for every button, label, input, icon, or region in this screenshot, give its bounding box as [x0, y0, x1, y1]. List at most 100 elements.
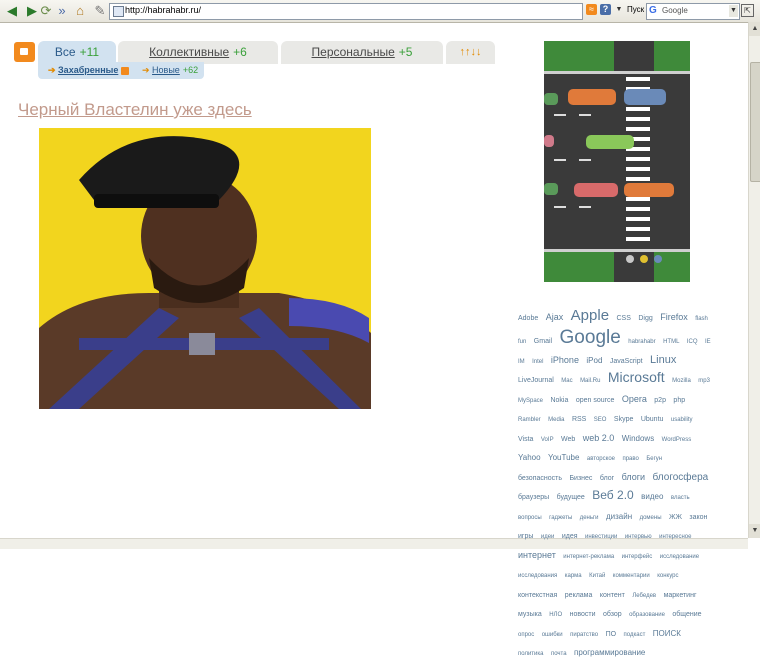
- game-advertisement[interactable]: [544, 41, 690, 282]
- tag-link[interactable]: интервью: [625, 534, 652, 540]
- tag-link[interactable]: реклама: [565, 592, 593, 599]
- tag-link[interactable]: Mail.Ru: [580, 378, 600, 384]
- tag-link[interactable]: Apple: [571, 307, 609, 324]
- tag-link[interactable]: будущее: [557, 494, 585, 501]
- tag-link[interactable]: вопросы: [518, 515, 542, 521]
- tag-link[interactable]: Digg: [638, 315, 652, 322]
- post-title-link[interactable]: Черный Властелин уже здесь: [18, 100, 252, 120]
- help-icon[interactable]: ?: [600, 4, 611, 15]
- tag-link[interactable]: карма: [565, 573, 582, 579]
- subtab-new-label[interactable]: Новые: [152, 65, 180, 75]
- rss-feed-icon[interactable]: ≈: [586, 4, 597, 15]
- tag-link[interactable]: Ajax: [546, 312, 564, 322]
- tag-link[interactable]: Google: [560, 327, 621, 348]
- tag-link[interactable]: исследования: [518, 573, 557, 579]
- tag-link[interactable]: Yahoo: [518, 453, 541, 462]
- tag-link[interactable]: RSS: [572, 416, 586, 423]
- tag-link[interactable]: ПОИСК: [653, 629, 681, 638]
- address-text[interactable]: http://habrahabr.ru/: [125, 5, 201, 15]
- tag-link[interactable]: Linux: [650, 354, 676, 366]
- scroll-down-icon[interactable]: ▼: [749, 524, 760, 538]
- tag-link[interactable]: VoIP: [541, 437, 554, 443]
- tag-link[interactable]: LiveJournal: [518, 377, 554, 384]
- tag-link[interactable]: fun: [518, 339, 526, 345]
- tag-link[interactable]: игры: [518, 533, 533, 540]
- edit-pen-icon[interactable]: ✎: [92, 3, 108, 19]
- tag-link[interactable]: ЖЖ: [669, 514, 682, 521]
- tag-link[interactable]: iPod: [586, 356, 602, 365]
- tag-link[interactable]: Skype: [614, 416, 633, 423]
- tag-link[interactable]: p2p: [654, 397, 666, 404]
- tag-link[interactable]: JavaScript: [610, 358, 643, 365]
- tab-all[interactable]: Все +11: [38, 41, 116, 64]
- tag-link[interactable]: php: [673, 397, 685, 404]
- tag-link[interactable]: программирование: [574, 648, 645, 657]
- search-input[interactable]: G Google ▼: [646, 3, 740, 20]
- tag-link[interactable]: блогосфера: [653, 472, 709, 483]
- home-button[interactable]: [14, 42, 35, 62]
- tag-link[interactable]: SEO: [594, 417, 607, 423]
- subtab-captured[interactable]: ➔ Захабренные: [48, 62, 130, 79]
- tag-link[interactable]: HTML: [663, 339, 679, 345]
- chevron-down-icon[interactable]: ▼: [614, 3, 624, 17]
- tab-personal[interactable]: Персональные +5: [281, 41, 443, 64]
- tag-link[interactable]: Adobe: [518, 315, 538, 322]
- tag-link[interactable]: идеи: [541, 534, 555, 540]
- tag-link[interactable]: CSS: [617, 315, 631, 322]
- tag-link[interactable]: опрос: [518, 632, 534, 638]
- tab-label[interactable]: Персональные: [312, 45, 395, 59]
- tag-link[interactable]: деньги: [580, 515, 599, 521]
- tag-link[interactable]: Веб 2.0: [592, 488, 633, 502]
- tag-link[interactable]: IM: [518, 359, 525, 365]
- back-arrow-icon[interactable]: ◀: [4, 3, 20, 19]
- tag-link[interactable]: идея: [562, 533, 578, 540]
- tag-link[interactable]: MySpace: [518, 398, 543, 404]
- tag-link[interactable]: браузеры: [518, 494, 549, 501]
- tag-link[interactable]: Media: [548, 417, 564, 423]
- tag-link[interactable]: интернет: [518, 550, 556, 560]
- tag-link[interactable]: habrahabr: [628, 339, 655, 345]
- tag-link[interactable]: блог: [600, 475, 614, 482]
- tag-link[interactable]: Firefox: [660, 312, 688, 322]
- tag-link[interactable]: власть: [671, 495, 690, 501]
- tag-link[interactable]: web 2.0: [583, 433, 615, 443]
- tag-link[interactable]: интерфейс: [622, 554, 653, 560]
- tag-link[interactable]: подкаст: [624, 632, 646, 638]
- scroll-thumb[interactable]: [750, 62, 760, 182]
- tag-link[interactable]: mp3: [698, 378, 710, 384]
- tag-link[interactable]: интернет-реклама: [563, 554, 614, 560]
- tag-link[interactable]: блоги: [622, 472, 645, 482]
- subtab-captured-label[interactable]: Захабренные: [58, 65, 118, 75]
- tag-link[interactable]: Opera: [622, 394, 647, 404]
- tag-link[interactable]: авторское: [587, 456, 615, 462]
- tag-link[interactable]: домены: [640, 515, 662, 521]
- tag-link[interactable]: НЛО: [549, 612, 562, 618]
- tag-link[interactable]: инвестиции: [585, 534, 617, 540]
- tag-link[interactable]: Mozilla: [672, 378, 691, 384]
- tag-link[interactable]: Ubuntu: [641, 416, 664, 423]
- tag-link[interactable]: интересное: [659, 534, 691, 540]
- tab-collective[interactable]: Коллективные +6: [118, 41, 278, 64]
- tag-link[interactable]: общение: [672, 611, 701, 618]
- tag-link[interactable]: право: [622, 456, 638, 462]
- subtab-new[interactable]: ➔ Новые +62: [142, 62, 198, 79]
- tag-link[interactable]: WordPress: [662, 437, 692, 443]
- tab-label[interactable]: Все: [55, 45, 76, 59]
- reload-icon[interactable]: ⟳: [38, 3, 54, 19]
- go-button[interactable]: Пуск: [627, 5, 644, 14]
- tag-link[interactable]: закон: [689, 514, 707, 521]
- tag-link[interactable]: ПО: [606, 631, 616, 638]
- tag-link[interactable]: usability: [671, 417, 693, 423]
- tag-link[interactable]: ошибки: [542, 632, 563, 638]
- vertical-scrollbar[interactable]: ▲ ▼: [748, 22, 760, 538]
- tag-link[interactable]: Windows: [622, 434, 654, 443]
- tag-link[interactable]: YouTube: [548, 453, 579, 462]
- tag-link[interactable]: Лебедев: [632, 593, 656, 599]
- tag-link[interactable]: open source: [576, 397, 615, 404]
- tag-link[interactable]: безопасность: [518, 475, 562, 482]
- tag-link[interactable]: дизайн: [606, 512, 632, 521]
- tag-link[interactable]: исследование: [660, 554, 699, 560]
- expand-icon[interactable]: ⇱: [741, 4, 754, 17]
- tag-link[interactable]: Бизнес: [569, 475, 592, 482]
- rss-feed-icon[interactable]: [121, 66, 130, 75]
